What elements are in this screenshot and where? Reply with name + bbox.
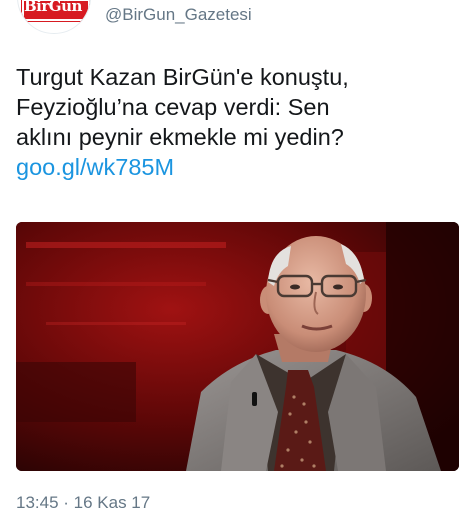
tweet-photo[interactable] [16,222,459,471]
tweet-text-line: Feyzioğlu’na cevap verdi: Sen [16,94,330,120]
tweet-link[interactable]: goo.gl/wk785M [16,152,461,182]
tweet-header: BirGün @BirGun_Gazetesi [0,0,475,40]
tweet-timestamp[interactable]: 13:45 · 16 Kas 17 [16,492,150,514]
brand-logo-text: BirGün [24,0,82,15]
account-handle[interactable]: @BirGun_Gazetesi [105,5,252,25]
tweet-text: Turgut Kazan BirGün'e konuştu, Feyzioğlu… [16,62,461,182]
tweet-text-line: Turgut Kazan BirGün'e konuştu, [16,64,349,90]
photo-illustration [16,222,459,471]
avatar[interactable]: BirGün [17,0,91,34]
tweet-card: BirGün @BirGun_Gazetesi Turgut Kazan Bir… [0,0,475,528]
tweet-text-line: aklını peynir ekmekle mi yedin? [16,124,344,150]
